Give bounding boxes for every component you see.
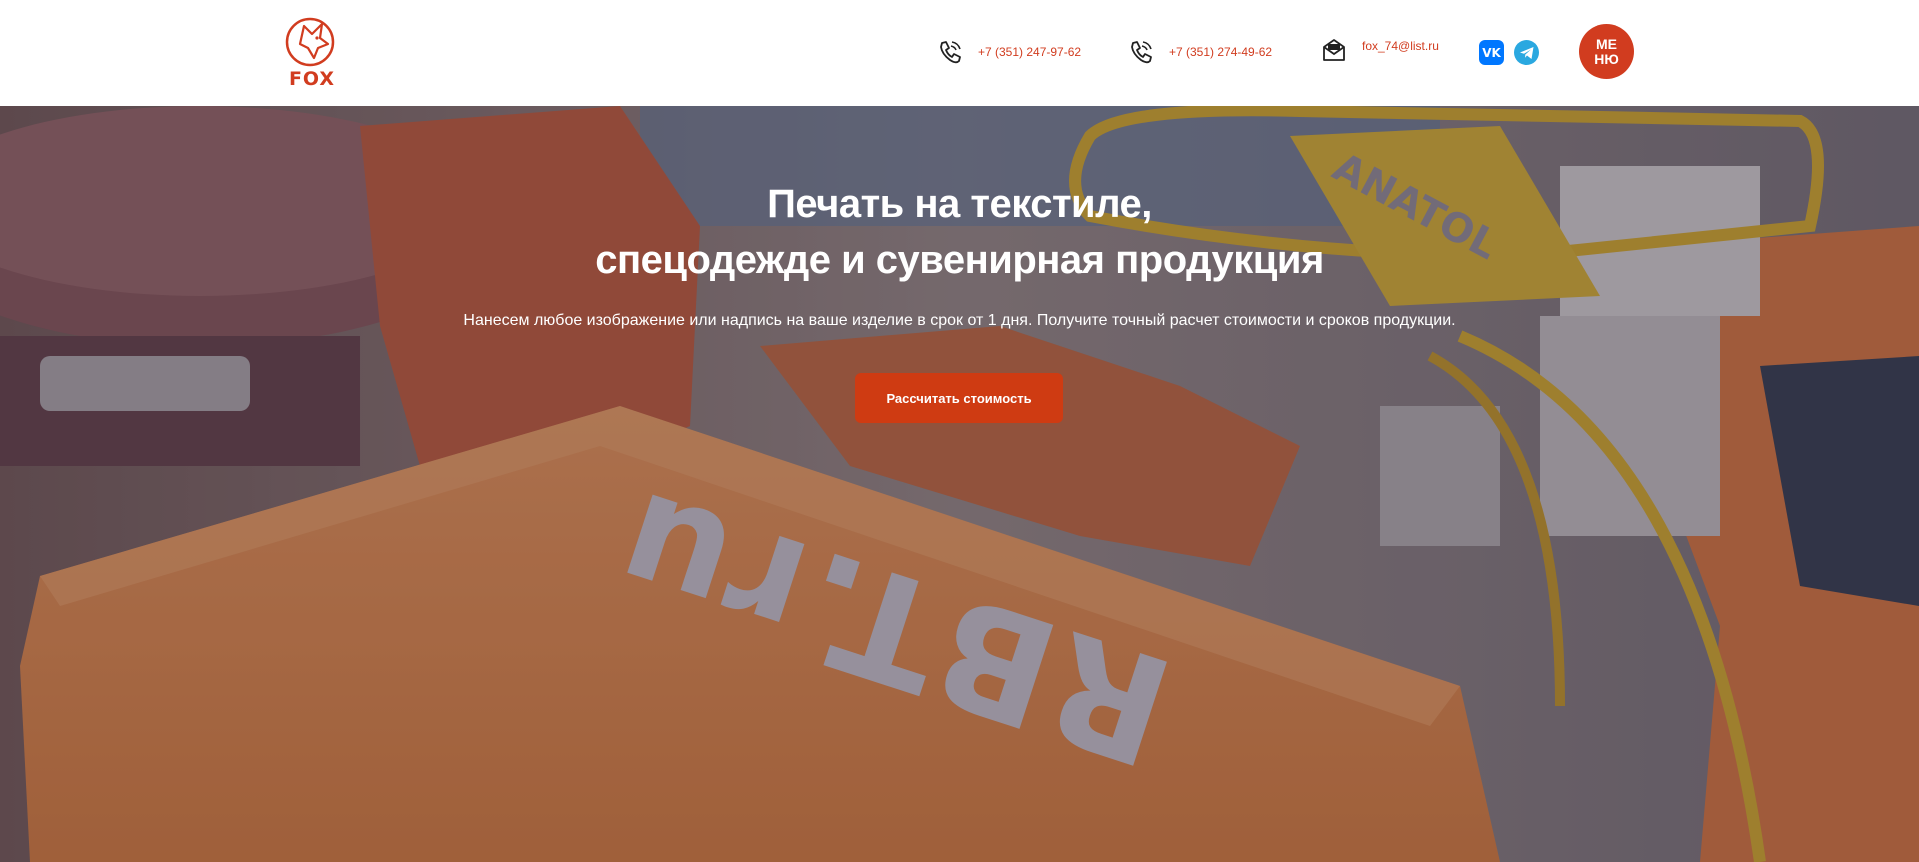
email-link[interactable]: fox_74@list.ru — [1320, 36, 1439, 64]
calculate-cost-button[interactable]: Рассчитать стоимость — [855, 373, 1063, 423]
menu-button[interactable]: МЕНЮ — [1579, 24, 1634, 79]
logo-text: FOX — [288, 68, 336, 90]
hero-subtitle: Нанесем любое изображение или надпись на… — [463, 312, 1456, 329]
email-text: fox_74@list.ru — [1362, 39, 1439, 53]
phone-1-text: +7 (351) 247-97-62 — [978, 45, 1082, 59]
logo[interactable]: FOX — [284, 14, 340, 90]
hero-section: ANATOL RBT.ru Печать на текстиле, спецод… — [0, 106, 1919, 862]
hero-title-line-2: спецодежде и сувенирная продукция — [595, 238, 1324, 282]
vk-icon[interactable]: VK — [1479, 40, 1504, 65]
phone-2-text: +7 (351) 274-49-62 — [1169, 45, 1273, 59]
hero-title-line-1: Печать на текстиле, — [767, 182, 1152, 226]
phone-icon — [1131, 41, 1152, 64]
fox-logo-icon — [285, 17, 335, 67]
phone-link-2[interactable]: +7 (351) 274-49-62 — [1127, 38, 1272, 66]
telegram-plane-glyph — [1519, 46, 1533, 59]
mail-icon — [1323, 39, 1345, 61]
site-header: FOX +7 (351) 247-97-62 +7 (351) 274-49-6… — [0, 0, 1919, 106]
phone-icon — [940, 41, 961, 64]
phone-link-1[interactable]: +7 (351) 247-97-62 — [936, 38, 1081, 66]
hero-title: Печать на текстиле, спецодежде и сувенир… — [0, 176, 1919, 288]
telegram-icon[interactable] — [1514, 40, 1539, 65]
